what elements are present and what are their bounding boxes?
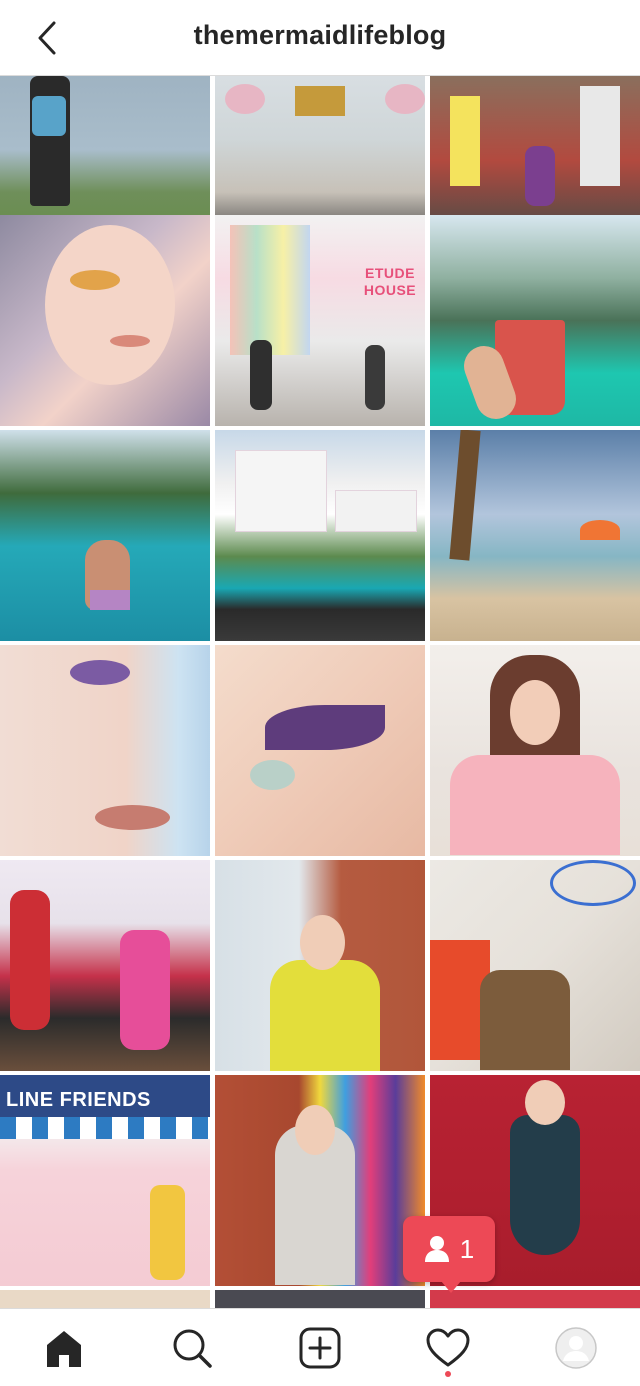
home-icon [47, 1331, 81, 1367]
activity-notification-bubble[interactable]: 1 [403, 1216, 495, 1293]
person-icon [424, 1236, 449, 1262]
post-thumbnail[interactable] [0, 860, 210, 1071]
post-thumbnail[interactable] [215, 1290, 425, 1308]
new-post-icon [299, 1327, 341, 1369]
new-post-tab[interactable] [292, 1323, 348, 1373]
profile-username: themermaidlifeblog [193, 20, 447, 50]
post-thumbnail[interactable] [430, 860, 640, 1071]
activity-tab[interactable] [420, 1323, 476, 1373]
post-thumbnail[interactable] [215, 860, 425, 1071]
post-thumbnail[interactable] [430, 1290, 640, 1308]
post-thumbnail[interactable]: LINE FRIENDS [0, 1075, 210, 1286]
post-thumbnail[interactable] [0, 1290, 210, 1308]
posts-grid: ETUDE HOUSE LINE FRIENDS [0, 76, 640, 1308]
activity-unread-dot [445, 1371, 451, 1377]
activity-heart-icon [426, 1328, 470, 1367]
post-thumbnail[interactable] [0, 215, 210, 426]
post-thumbnail[interactable] [430, 215, 640, 426]
notification-count: 1 [459, 1233, 475, 1264]
search-tab[interactable] [164, 1323, 220, 1373]
post-thumbnail[interactable] [215, 430, 425, 641]
top-bar: themermaidlifeblog [0, 0, 640, 76]
profile-avatar [555, 1327, 597, 1369]
profile-tab[interactable] [548, 1323, 604, 1373]
post-thumbnail[interactable]: ETUDE HOUSE [215, 215, 425, 426]
post-thumbnail[interactable] [215, 645, 425, 856]
post-thumbnail[interactable] [0, 645, 210, 856]
post-thumbnail[interactable] [215, 1075, 425, 1286]
post-thumbnail[interactable] [430, 430, 640, 641]
search-icon [173, 1329, 212, 1368]
bottom-navigation [0, 1308, 640, 1386]
home-tab[interactable] [36, 1323, 92, 1373]
post-thumbnail[interactable] [430, 645, 640, 856]
post-thumbnail[interactable] [0, 430, 210, 641]
